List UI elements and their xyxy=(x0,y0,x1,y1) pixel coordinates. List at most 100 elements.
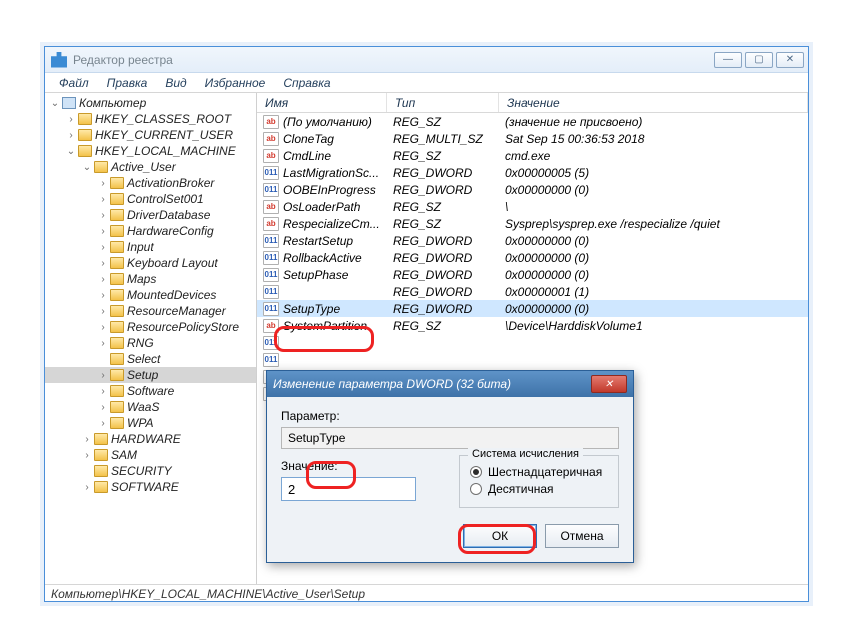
folder-icon xyxy=(110,209,124,221)
value-label: Значение: xyxy=(281,459,441,473)
base-label: Система исчисления xyxy=(468,448,583,460)
list-row[interactable]: 011SetupPhaseREG_DWORD0x00000000 (0) xyxy=(257,266,808,283)
list-row[interactable]: abRespecializeCm...REG_SZSysprep\sysprep… xyxy=(257,215,808,232)
dword-value-icon: 011 xyxy=(263,268,279,282)
close-button[interactable]: ✕ xyxy=(776,52,804,68)
tree-item[interactable]: ›HKEY_CLASSES_ROOT xyxy=(45,111,256,127)
tree-item[interactable]: ›HKEY_CURRENT_USER xyxy=(45,127,256,143)
menu-file[interactable]: Файл xyxy=(51,74,97,92)
tree-item[interactable]: ›Input xyxy=(45,239,256,255)
list-row[interactable]: abSystemPartitionREG_SZ\Device\HarddiskV… xyxy=(257,317,808,334)
menubar: Файл Правка Вид Избранное Справка xyxy=(45,73,808,93)
list-row[interactable]: 011REG_DWORD0x00000001 (1) xyxy=(257,283,808,300)
list-row[interactable]: 011RestartSetupREG_DWORD0x00000000 (0) xyxy=(257,232,808,249)
tree-item[interactable]: ›ActivationBroker xyxy=(45,175,256,191)
radio-icon xyxy=(470,466,482,478)
string-value-icon: ab xyxy=(263,149,279,163)
col-name[interactable]: Имя xyxy=(257,93,387,112)
minimize-button[interactable]: — xyxy=(714,52,742,68)
list-row[interactable]: abCmdLineREG_SZcmd.exe xyxy=(257,147,808,164)
tree-panel[interactable]: ⌄Компьютер›HKEY_CLASSES_ROOT›HKEY_CURREN… xyxy=(45,93,257,584)
folder-icon xyxy=(110,273,124,285)
list-row[interactable]: 011OOBEInProgressREG_DWORD0x00000000 (0) xyxy=(257,181,808,198)
folder-icon xyxy=(94,161,108,173)
dialog-close-button[interactable]: ✕ xyxy=(591,375,627,393)
dword-value-icon: 011 xyxy=(263,166,279,180)
tree-item[interactable]: ›WaaS xyxy=(45,399,256,415)
menu-favorites[interactable]: Избранное xyxy=(197,74,274,92)
list-row[interactable]: 011RollbackActiveREG_DWORD0x00000000 (0) xyxy=(257,249,808,266)
value-input[interactable] xyxy=(281,477,416,501)
tree-item[interactable]: ›SAM xyxy=(45,447,256,463)
menu-edit[interactable]: Правка xyxy=(99,74,156,92)
tree-item[interactable]: ›ResourcePolicyStore xyxy=(45,319,256,335)
param-label: Параметр: xyxy=(281,409,619,423)
dword-value-icon: 011 xyxy=(263,302,279,316)
list-row[interactable]: 011LastMigrationSc...REG_DWORD0x00000005… xyxy=(257,164,808,181)
ok-button[interactable]: ОК xyxy=(463,524,537,548)
folder-icon xyxy=(94,449,108,461)
tree-item[interactable]: ›ControlSet001 xyxy=(45,191,256,207)
cancel-button[interactable]: Отмена xyxy=(545,524,619,548)
tree-item[interactable]: ›HARDWARE xyxy=(45,431,256,447)
folder-icon xyxy=(110,177,124,189)
folder-icon xyxy=(110,241,124,253)
list-row[interactable]: 011 xyxy=(257,334,808,351)
tree-item[interactable]: SECURITY xyxy=(45,463,256,479)
list-body[interactable]: ab(По умолчанию)REG_SZ(значение не присв… xyxy=(257,113,808,402)
tree-item[interactable]: ⌄Active_User xyxy=(45,159,256,175)
col-value[interactable]: Значение xyxy=(499,93,808,112)
folder-icon xyxy=(110,417,124,429)
tree-item[interactable]: ›SOFTWARE xyxy=(45,479,256,495)
tree-item[interactable]: ›DriverDatabase xyxy=(45,207,256,223)
col-type[interactable]: Тип xyxy=(387,93,499,112)
tree-item[interactable]: ›MountedDevices xyxy=(45,287,256,303)
tree-item[interactable]: ›HardwareConfig xyxy=(45,223,256,239)
dword-value-icon: 011 xyxy=(263,353,279,367)
titlebar[interactable]: Редактор реестра — ▢ ✕ xyxy=(45,47,808,73)
folder-icon xyxy=(110,289,124,301)
radio-hex[interactable]: Шестнадцатеричная xyxy=(470,465,608,479)
tree-item[interactable]: ⌄HKEY_LOCAL_MACHINE xyxy=(45,143,256,159)
dialog-title: Изменение параметра DWORD (32 бита) xyxy=(273,377,591,391)
dialog-titlebar[interactable]: Изменение параметра DWORD (32 бита) ✕ xyxy=(267,371,633,397)
folder-icon xyxy=(78,145,92,157)
string-value-icon: ab xyxy=(263,319,279,333)
folder-icon xyxy=(110,193,124,205)
folder-icon xyxy=(110,225,124,237)
dword-value-icon: 011 xyxy=(263,183,279,197)
folder-icon xyxy=(110,257,124,269)
list-row[interactable]: 011 xyxy=(257,351,808,368)
list-header[interactable]: Имя Тип Значение xyxy=(257,93,808,113)
folder-icon xyxy=(110,305,124,317)
dword-value-icon: 011 xyxy=(263,251,279,265)
list-row[interactable]: 011SetupTypeREG_DWORD0x00000000 (0) xyxy=(257,300,808,317)
maximize-button[interactable]: ▢ xyxy=(745,52,773,68)
tree-item[interactable]: ›WPA xyxy=(45,415,256,431)
tree-item[interactable]: Select xyxy=(45,351,256,367)
list-row[interactable]: abOsLoaderPathREG_SZ\ xyxy=(257,198,808,215)
dword-value-icon: 011 xyxy=(263,234,279,248)
string-value-icon: ab xyxy=(263,217,279,231)
list-row[interactable]: ab(По умолчанию)REG_SZ(значение не присв… xyxy=(257,113,808,130)
dword-value-icon: 011 xyxy=(263,336,279,350)
window-buttons: — ▢ ✕ xyxy=(714,52,804,68)
tree-item[interactable]: ›Maps xyxy=(45,271,256,287)
folder-icon xyxy=(110,369,124,381)
tree-item[interactable]: ›ResourceManager xyxy=(45,303,256,319)
status-bar: Компьютер\HKEY_LOCAL_MACHINE\Active_User… xyxy=(45,584,808,603)
radio-icon xyxy=(470,483,482,495)
window-title: Редактор реестра xyxy=(73,53,714,67)
tree-item[interactable]: ›Setup xyxy=(45,367,256,383)
tree-item[interactable]: ⌄Компьютер xyxy=(45,95,256,111)
app-icon xyxy=(51,52,67,68)
string-value-icon: ab xyxy=(263,115,279,129)
menu-view[interactable]: Вид xyxy=(157,74,194,92)
tree-item[interactable]: ›Software xyxy=(45,383,256,399)
tree-item[interactable]: ›Keyboard Layout xyxy=(45,255,256,271)
list-row[interactable]: abCloneTagREG_MULTI_SZSat Sep 15 00:36:5… xyxy=(257,130,808,147)
radio-dec[interactable]: Десятичная xyxy=(470,482,608,496)
menu-help[interactable]: Справка xyxy=(275,74,338,92)
tree-item[interactable]: ›RNG xyxy=(45,335,256,351)
param-name-field: SetupType xyxy=(281,427,619,449)
